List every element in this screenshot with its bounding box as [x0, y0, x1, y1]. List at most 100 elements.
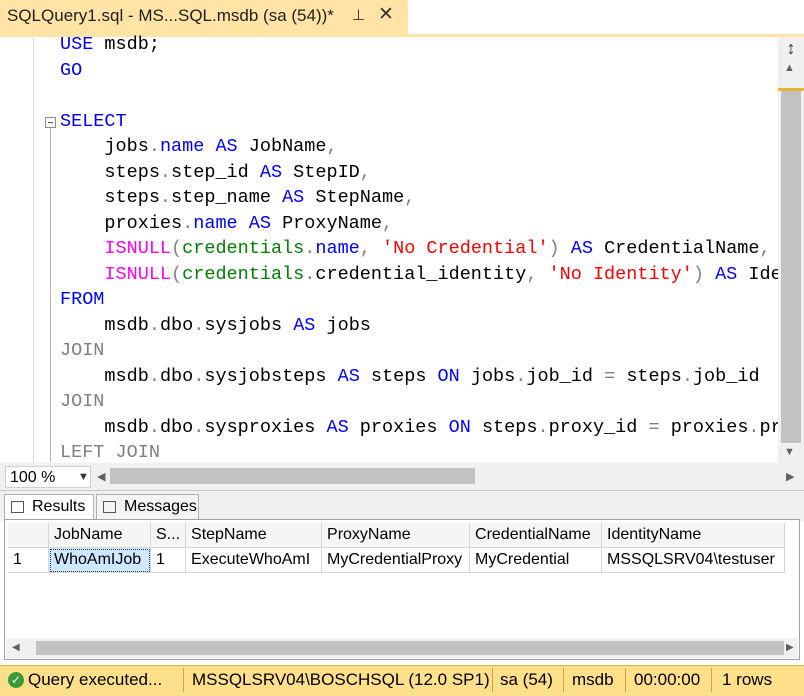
code-token: AS	[259, 161, 294, 183]
code-token: dbo	[159, 365, 194, 387]
column-header-stepname[interactable]: StepName	[185, 523, 323, 548]
code-line: GO	[60, 60, 82, 82]
code-line: steps.step_name AS StepName,	[60, 187, 415, 209]
code-token: ,	[326, 136, 338, 157]
code-token: ISNULL	[60, 238, 172, 259]
row-number-header[interactable]	[8, 523, 49, 548]
code-token: AS	[337, 365, 371, 387]
code-line: ISNULL(credentials.credential_identity, …	[60, 263, 781, 286]
table-cell[interactable]: MyCredentialProxy	[321, 547, 471, 573]
code-token: ON	[448, 416, 482, 438]
status-message: Query executed...	[28, 670, 163, 689]
code-token: 'No Credential'	[382, 238, 549, 259]
grid-icon	[11, 501, 24, 513]
vertical-scroll-thumb[interactable]	[781, 88, 801, 443]
code-token: GO	[60, 59, 83, 81]
code-token: ,	[404, 187, 416, 208]
scroll-up-icon[interactable]: ▲	[784, 62, 795, 74]
code-token: sysjobsteps	[204, 365, 338, 387]
row-number[interactable]: 1	[8, 547, 49, 573]
code-token: .	[148, 416, 160, 438]
code-token: credentials	[182, 263, 305, 285]
tab-messages-label: Messages	[124, 498, 197, 515]
code-token: jobs	[60, 136, 149, 157]
code-token: AS	[715, 263, 749, 285]
close-icon[interactable]: ✕	[378, 3, 394, 26]
code-token: ,	[759, 238, 771, 259]
scroll-position-marker	[778, 88, 804, 91]
status-divider	[492, 668, 493, 692]
code-token: USE	[60, 34, 105, 55]
code-token: dbo	[159, 416, 194, 438]
code-token: LEFT JOIN	[60, 442, 160, 463]
status-elapsed: 00:00:00	[634, 670, 701, 689]
scroll-left-icon[interactable]: ◀	[97, 470, 105, 483]
code-token: )	[548, 238, 571, 259]
status-divider	[183, 668, 184, 692]
code-token: credential_identity	[315, 263, 527, 285]
table-cell[interactable]: MSSQLSRV04\testuser	[601, 547, 786, 573]
code-token: )	[692, 263, 716, 285]
code-token: JobName	[248, 136, 327, 157]
table-cell[interactable]: ExecuteWhoAmI	[185, 547, 323, 573]
collapse-icon[interactable]	[45, 117, 56, 128]
document-tab[interactable]: SQLQuery1.sql - MS...SQL.msdb (sa (54))*…	[0, 0, 408, 34]
column-header-identityname[interactable]: IdentityName	[601, 523, 786, 548]
code-token: .	[515, 365, 527, 387]
tab-messages[interactable]: Messages	[96, 494, 199, 520]
code-token: jobs	[470, 365, 516, 387]
status-user: sa (54)	[500, 670, 553, 689]
editor-margin-divider	[33, 37, 34, 463]
column-header-credentialname[interactable]: CredentialName	[469, 523, 603, 548]
code-line: msdb.dbo.sysjobs AS jobs	[60, 315, 371, 337]
code-line: LEFT JOIN	[60, 442, 160, 464]
table-cell[interactable]: MyCredential	[469, 547, 603, 573]
code-token: msdb	[60, 416, 149, 438]
code-token: .	[148, 314, 160, 336]
code-token: .	[537, 416, 549, 438]
code-token: sysproxies	[204, 416, 327, 438]
results-grid: JobName S... StepName ProxyName Credenti…	[8, 523, 786, 573]
code-token: CredentialName	[604, 238, 760, 259]
code-token: jobs	[326, 314, 371, 336]
code-line: steps.step_id AS StepID,	[60, 162, 371, 184]
code-token: JOIN	[60, 340, 105, 361]
code-token: ,	[381, 212, 394, 234]
table-cell[interactable]: 1	[150, 547, 187, 573]
scroll-down-icon[interactable]: ▼	[784, 446, 795, 458]
table-row: 1 WhoAmIJob 1 ExecuteWhoAmI MyCredential…	[8, 547, 786, 573]
code-token: SELECT	[60, 110, 127, 132]
code-token: .	[148, 136, 160, 157]
code-token: steps	[60, 161, 160, 183]
code-token: =	[604, 365, 627, 387]
code-token: .	[159, 161, 172, 183]
code-token: AS	[570, 238, 605, 259]
code-token: FROM	[60, 289, 105, 310]
code-token: proxies	[359, 416, 449, 438]
horizontal-scroll-thumb[interactable]	[110, 468, 475, 484]
code-token: ISNULL	[60, 263, 172, 285]
pin-icon[interactable]: ⊥	[352, 6, 365, 24]
scroll-right-icon[interactable]: ▶	[786, 642, 794, 653]
table-cell[interactable]: WhoAmIJob	[48, 547, 151, 573]
code-token: AS	[215, 136, 249, 157]
zoom-dropdown[interactable]: 100 % ▼	[5, 466, 91, 488]
grid-horizontal-scroll-thumb[interactable]	[36, 641, 784, 655]
code-token: 'No Identity'	[548, 263, 693, 285]
code-token: name	[315, 238, 360, 259]
column-header-stepid[interactable]: S...	[150, 523, 187, 548]
code-line: SELECT	[60, 111, 127, 133]
code-token: .	[304, 238, 316, 259]
scroll-right-icon[interactable]: ▶	[786, 470, 794, 483]
status-divider	[563, 668, 564, 692]
column-header-proxyname[interactable]: ProxyName	[321, 523, 471, 548]
scroll-left-icon[interactable]: ◀	[12, 642, 20, 653]
status-server: MSSQLSRV04\BOSCHSQL (12.0 SP1)	[192, 670, 490, 689]
tab-results[interactable]: Results	[4, 494, 94, 520]
code-token: .	[182, 212, 194, 234]
code-token: credentials	[182, 238, 305, 259]
code-line: USE msdb;	[60, 34, 160, 56]
column-header-jobname[interactable]: JobName	[48, 523, 151, 548]
code-token: .	[148, 365, 160, 387]
split-window-icon[interactable]: ↕	[780, 38, 802, 60]
